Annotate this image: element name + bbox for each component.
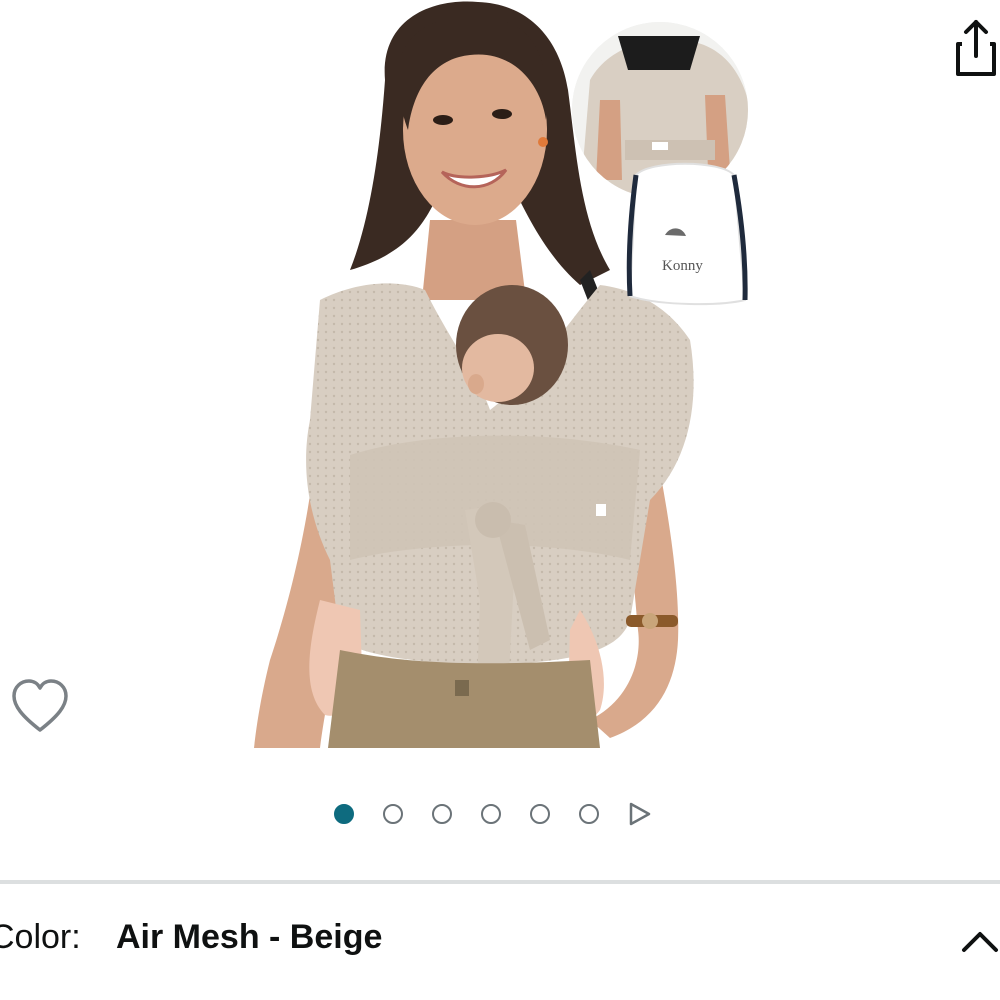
chevron-up-icon (962, 932, 998, 952)
section-divider (0, 880, 1000, 884)
play-triangle-icon[interactable] (628, 801, 652, 827)
color-variation-row[interactable]: Color: Air Mesh - Beige (0, 912, 1000, 972)
carousel-dot-5[interactable] (530, 804, 550, 824)
product-image: Konny (254, 1, 748, 748)
variation-value: Air Mesh - Beige (116, 918, 383, 956)
carousel-dot-3[interactable] (432, 804, 452, 824)
share-button[interactable] (948, 16, 1000, 78)
image-carousel-indicator (334, 800, 652, 828)
carousel-dot-1[interactable] (334, 804, 354, 824)
product-image-gallery[interactable]: Konny (250, 0, 750, 748)
carousel-dot-4[interactable] (481, 804, 501, 824)
heart-outline-icon (12, 679, 68, 732)
product-detail-screen: Konny Color: Air Mesh - Beige (0, 0, 1000, 1000)
add-to-wishlist-button[interactable] (8, 676, 72, 738)
carousel-dot-6[interactable] (579, 804, 599, 824)
share-icon (956, 20, 996, 76)
carousel-dot-2[interactable] (383, 804, 403, 824)
variation-label: Color: (0, 918, 81, 956)
collapse-variation-button[interactable] (960, 926, 1000, 956)
bag-logo-text: Konny (662, 258, 703, 274)
